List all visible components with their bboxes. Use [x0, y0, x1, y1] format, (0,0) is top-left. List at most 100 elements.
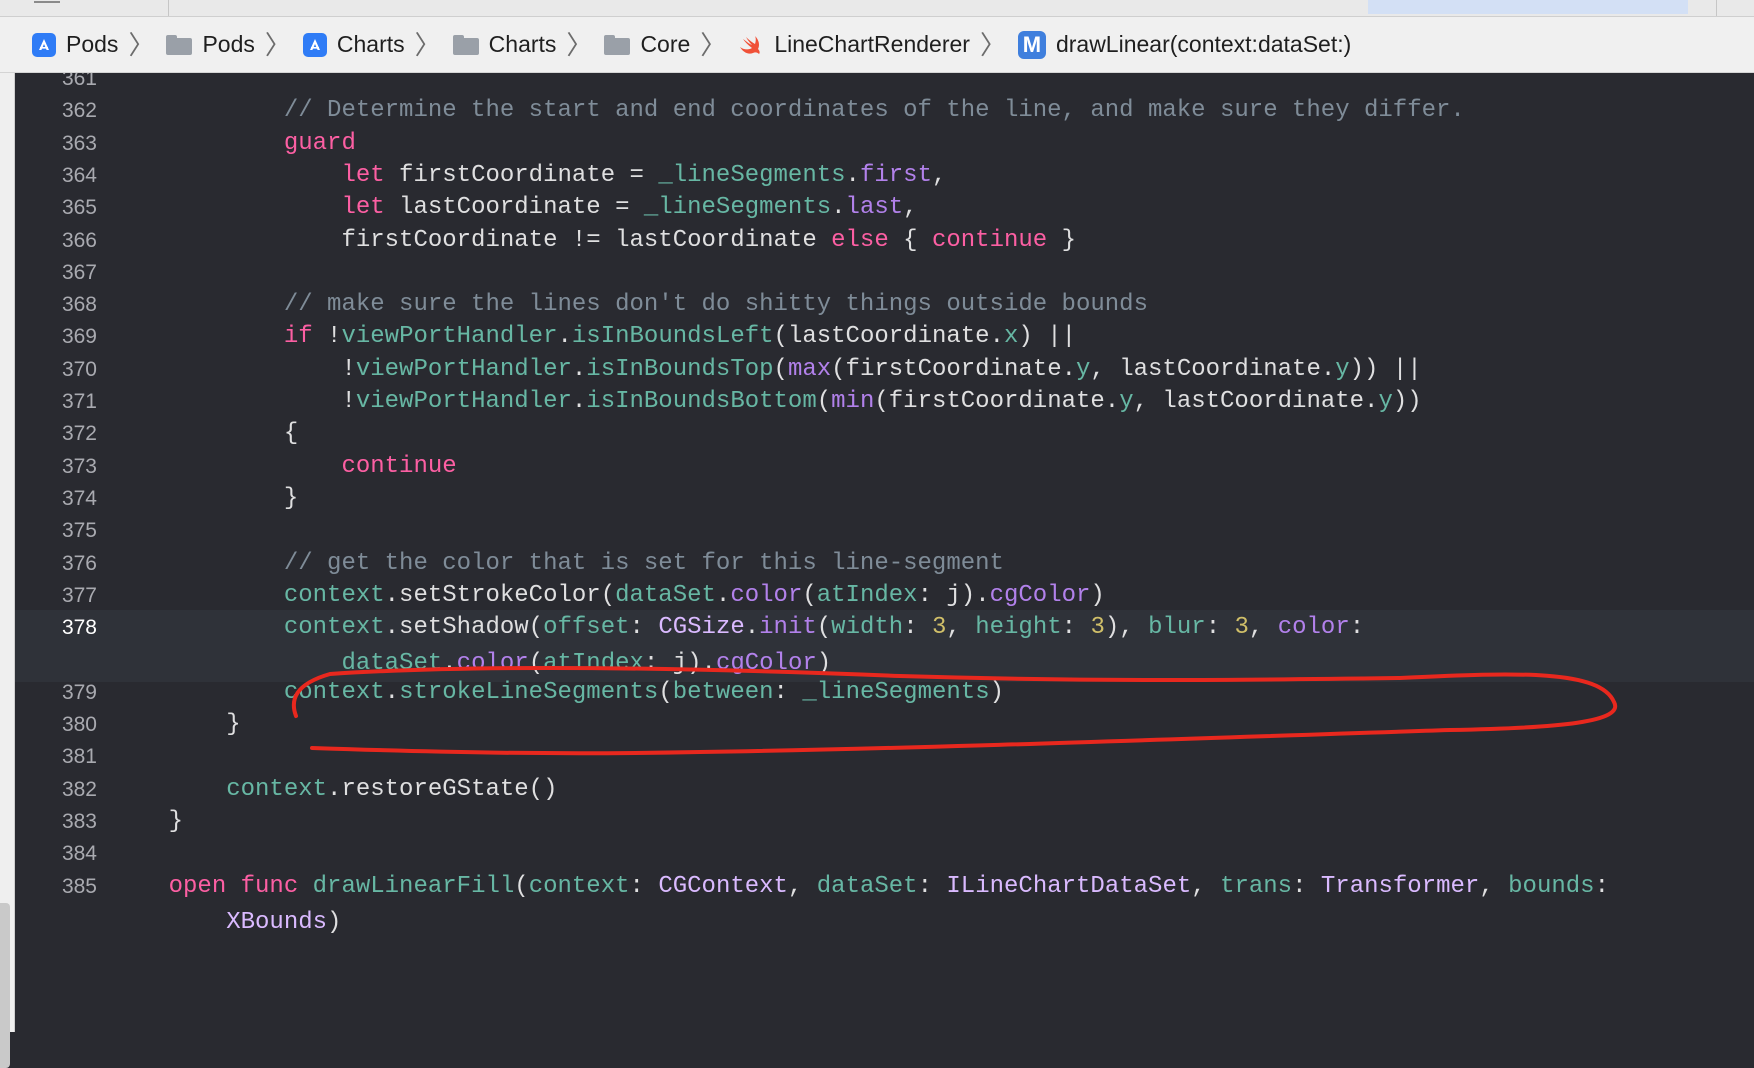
line-number[interactable]: 370	[15, 352, 97, 388]
code-line[interactable]: 382 context.restoreGState()	[15, 772, 1754, 808]
code-line[interactable]: 377 context.setStrokeColor(dataSet.color…	[15, 578, 1754, 614]
code-line[interactable]: 380 }	[15, 707, 1754, 743]
method-icon: M	[1017, 30, 1046, 59]
line-number[interactable]: 369	[15, 319, 97, 355]
code-text-wrapped[interactable]: XBounds)	[111, 905, 341, 941]
code-line[interactable]: 368 // make sure the lines don't do shit…	[15, 287, 1754, 323]
line-number[interactable]: 373	[15, 449, 97, 485]
code-line[interactable]: 381	[15, 739, 1754, 775]
folder-icon	[604, 34, 631, 55]
code-text[interactable]: }	[111, 481, 298, 517]
code-line[interactable]: 372 {	[15, 416, 1754, 452]
folder-icon	[166, 34, 193, 55]
breadcrumb-label: drawLinear(context:dataSet:)	[1055, 31, 1352, 57]
code-text[interactable]: firstCoordinate != lastCoordinate else {…	[111, 223, 1076, 259]
code-line[interactable]: 379 context.strokeLineSegments(between: …	[15, 675, 1754, 711]
line-number[interactable]: 371	[15, 384, 97, 420]
tab-divider	[1716, 0, 1717, 16]
code-text[interactable]: continue	[111, 449, 456, 485]
line-number[interactable]: 377	[15, 578, 97, 614]
line-number[interactable]: 368	[15, 287, 97, 323]
breadcrumb-label: Pods	[66, 31, 119, 57]
scrollbar-thumb[interactable]	[0, 903, 10, 1068]
line-number[interactable]: 383	[15, 804, 97, 840]
code-text[interactable]: // Determine the start and end coordinat…	[111, 93, 1465, 129]
line-number[interactable]: 365	[15, 190, 97, 226]
code-text[interactable]: context.restoreGState()	[111, 772, 557, 808]
breadcrumb-item-swift-file[interactable]: LineChartRenderer	[738, 31, 970, 58]
breadcrumb-label: Pods	[202, 31, 255, 57]
code-text[interactable]: // get the color that is set for this li…	[111, 546, 1004, 582]
line-number[interactable]: 384	[15, 836, 97, 872]
code-line[interactable]: 370 !viewPortHandler.isInBoundsTop(max(f…	[15, 352, 1754, 388]
code-line[interactable]: 365 let lastCoordinate = _lineSegments.l…	[15, 190, 1754, 226]
code-text[interactable]: let lastCoordinate = _lineSegments.last,	[111, 190, 917, 226]
code-line[interactable]: 367	[15, 255, 1754, 291]
code-text[interactable]: guard	[111, 126, 356, 162]
breadcrumb-item-charts-folder[interactable]: Charts	[452, 31, 557, 58]
breadcrumb-item-charts-project[interactable]: Charts	[302, 31, 405, 58]
swift-file-icon	[738, 33, 764, 57]
breadcrumb-item-method[interactable]: M drawLinear(context:dataSet:)	[1017, 30, 1352, 59]
line-number[interactable]: 382	[15, 772, 97, 808]
line-number[interactable]: 367	[15, 255, 97, 291]
line-number[interactable]: 366	[15, 223, 97, 259]
line-number[interactable]: 378	[15, 610, 97, 646]
xcode-project-icon	[32, 32, 56, 57]
xcode-project-icon	[302, 32, 327, 57]
breadcrumb-label: Charts	[336, 31, 405, 57]
breadcrumb-label: Charts	[488, 31, 557, 57]
left-panel-edge	[0, 73, 15, 1068]
line-number[interactable]: 375	[15, 513, 97, 549]
line-number[interactable]: 372	[15, 416, 97, 452]
line-number[interactable]: 364	[15, 158, 97, 194]
chevron-right-icon: 〉	[128, 29, 155, 60]
code-text[interactable]: context.strokeLineSegments(between: _lin…	[111, 675, 1004, 711]
tab-grip-icon[interactable]	[34, 1, 60, 7]
code-line[interactable]: 375	[15, 513, 1754, 549]
line-number[interactable]: 381	[15, 739, 97, 775]
code-line[interactable]: 383 }	[15, 804, 1754, 840]
code-text[interactable]: context.setShadow(offset: CGSize.init(wi…	[111, 610, 1364, 646]
code-text[interactable]: }	[111, 804, 183, 840]
code-text[interactable]: }	[111, 707, 240, 743]
breadcrumb-item-core-folder[interactable]: Core	[604, 31, 690, 58]
breadcrumb-label: LineChartRenderer	[774, 31, 970, 57]
code-text[interactable]: !viewPortHandler.isInBoundsTop(max(first…	[111, 352, 1421, 388]
code-editor[interactable]: 361 362 // Determine the start and end co…	[15, 73, 1754, 1032]
line-number[interactable]: 379	[15, 675, 97, 711]
code-line[interactable]: 376 // get the color that is set for thi…	[15, 546, 1754, 582]
line-number[interactable]: 363	[15, 126, 97, 162]
breadcrumb-item-pods-folder[interactable]: Pods	[166, 31, 255, 58]
code-line[interactable]: 362 // Determine the start and end coord…	[15, 93, 1754, 129]
code-line[interactable]: 374 }	[15, 481, 1754, 517]
line-number[interactable]: 376	[15, 546, 97, 582]
code-text[interactable]: {	[111, 416, 298, 452]
line-number[interactable]: 385	[15, 869, 97, 905]
code-text[interactable]: open func drawLinearFill(context: CGCont…	[111, 869, 1609, 905]
code-text[interactable]: // make sure the lines don't do shitty t…	[111, 287, 1148, 323]
code-line[interactable]: 378 context.setShadow(offset: CGSize.ini…	[15, 610, 1754, 683]
chevron-right-icon: 〉	[414, 29, 441, 60]
breadcrumb-item-pods-project[interactable]: Pods	[32, 31, 118, 58]
tab-divider	[168, 0, 169, 16]
code-line[interactable]: 385 open func drawLinearFill(context: CG…	[15, 869, 1754, 941]
jump-bar-breadcrumb: Pods 〉 Pods 〉 Charts 〉 Charts 〉 Core 〉 L…	[0, 17, 1754, 73]
line-number[interactable]: 380	[15, 707, 97, 743]
line-number[interactable]: 374	[15, 481, 97, 517]
chevron-right-icon: 〉	[264, 29, 291, 60]
code-line[interactable]: 369 if !viewPortHandler.isInBoundsLeft(l…	[15, 319, 1754, 355]
code-line[interactable]: 363 guard	[15, 126, 1754, 162]
code-line[interactable]: 366 firstCoordinate != lastCoordinate el…	[15, 223, 1754, 259]
code-text[interactable]: !viewPortHandler.isInBoundsBottom(min(fi…	[111, 384, 1421, 420]
code-text[interactable]: let firstCoordinate = _lineSegments.firs…	[111, 158, 946, 194]
code-text[interactable]: context.setStrokeColor(dataSet.color(atI…	[111, 578, 1105, 614]
code-line[interactable]: 371 !viewPortHandler.isInBoundsBottom(mi…	[15, 384, 1754, 420]
code-line[interactable]: 373 continue	[15, 449, 1754, 485]
tab-strip	[0, 0, 1754, 17]
line-number[interactable]: 362	[15, 93, 97, 129]
code-line[interactable]: 364 let firstCoordinate = _lineSegments.…	[15, 158, 1754, 194]
code-text[interactable]: if !viewPortHandler.isInBoundsLeft(lastC…	[111, 319, 1076, 355]
selected-tab[interactable]	[1368, 0, 1688, 14]
code-line[interactable]: 384	[15, 836, 1754, 872]
